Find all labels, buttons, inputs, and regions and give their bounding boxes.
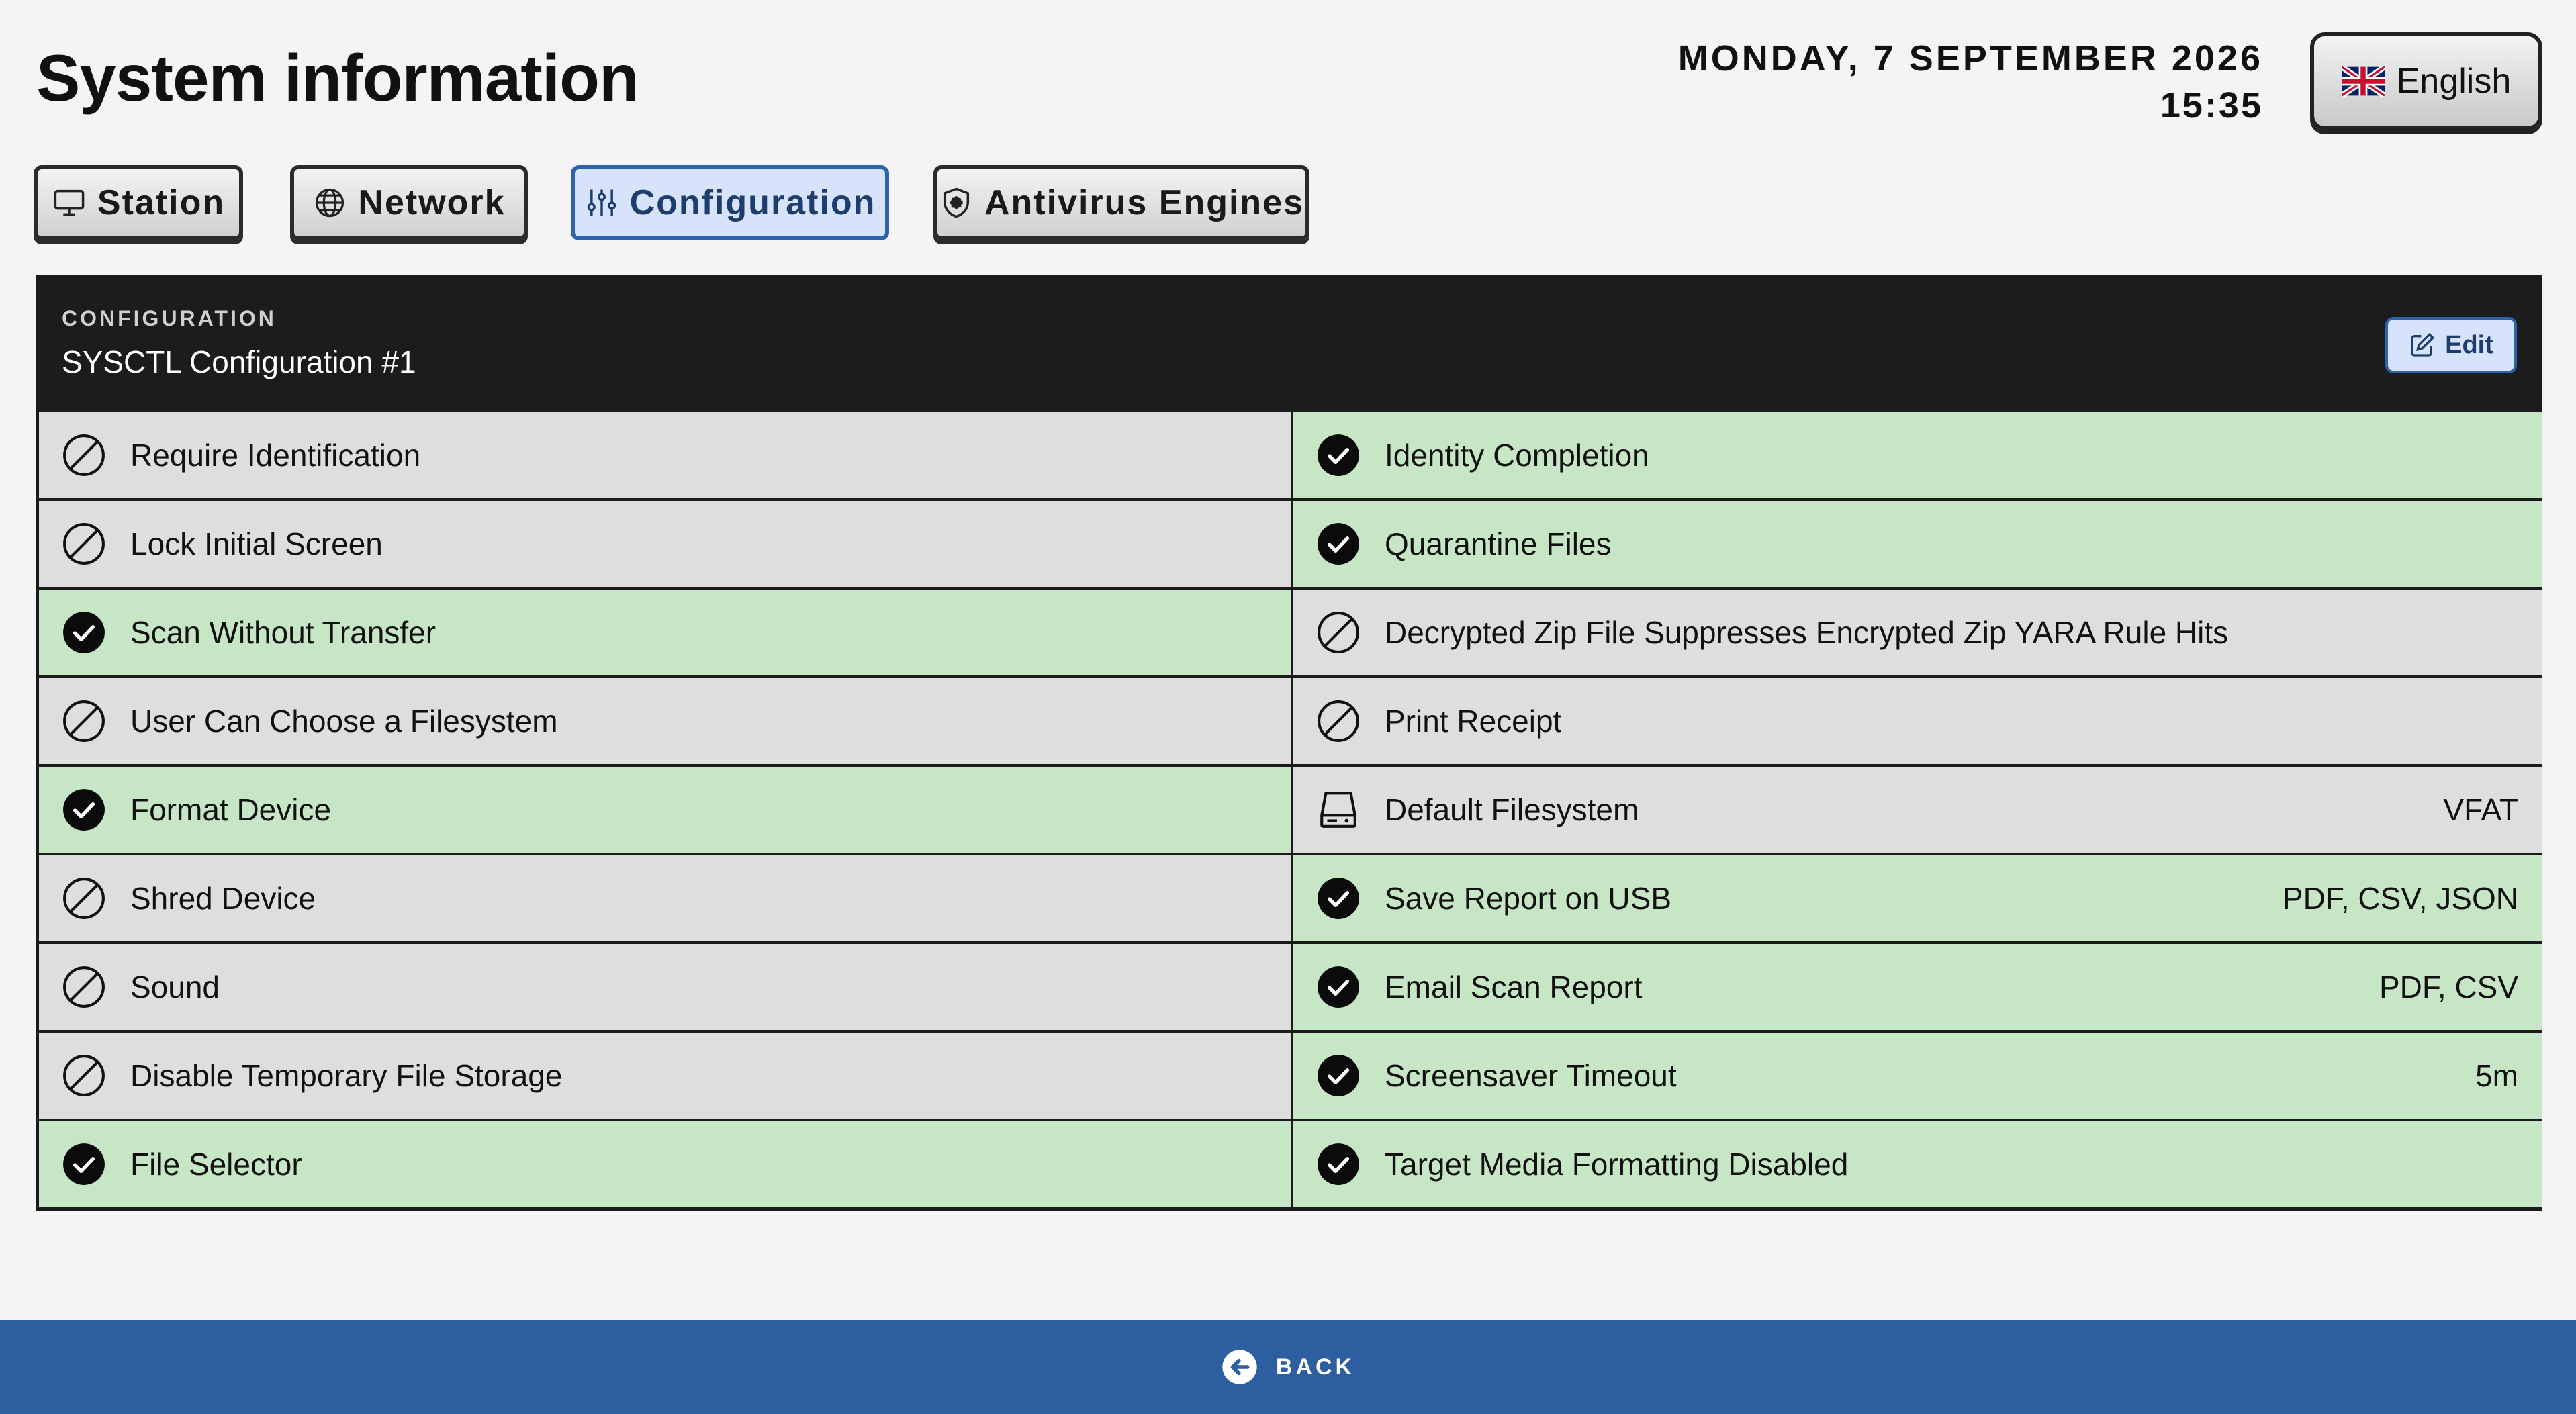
current-date: MONDAY, 7 SEPTEMBER 2026 (1677, 38, 2263, 79)
setting-label: Sound (130, 970, 220, 1004)
back-label: BACK (1275, 1354, 1356, 1380)
check-icon (1318, 1055, 1359, 1096)
disabled-icon (1318, 700, 1359, 742)
tab-antivirus-engines[interactable]: Antivirus Engines (933, 165, 1309, 240)
language-label: English (2396, 62, 2512, 101)
setting-row: Sound (39, 944, 1291, 1030)
tab-configuration[interactable]: Configuration (571, 165, 889, 240)
setting-label: Save Report on USB (1385, 881, 1672, 916)
disabled-icon (63, 966, 105, 1008)
setting-row: Decrypted Zip File Suppresses Encrypted … (1293, 590, 2542, 675)
setting-row: Default Filesystem VFAT (1293, 767, 2542, 853)
setting-row: Email Scan Report PDF, CSV (1293, 944, 2542, 1030)
check-icon (63, 1143, 105, 1185)
language-button[interactable]: English (2310, 32, 2542, 130)
datetime: MONDAY, 7 SEPTEMBER 2026 15:35 (1678, 35, 2263, 129)
disabled-icon (63, 434, 105, 476)
drive-icon (1320, 792, 1356, 828)
tab-station[interactable]: Station (34, 165, 243, 240)
setting-value: PDF, CSV, JSON (2282, 881, 2518, 916)
setting-row: Lock Initial Screen (39, 501, 1291, 587)
setting-label: Quarantine Files (1385, 526, 1612, 561)
check-icon (1318, 878, 1359, 919)
sliders-icon (587, 189, 616, 216)
panel-title: SYSCTL Configuration #1 (62, 344, 416, 379)
setting-label: Email Scan Report (1385, 970, 1643, 1004)
disabled-icon (63, 1055, 105, 1096)
monitor-icon (54, 189, 85, 216)
setting-row: Quarantine Files (1293, 501, 2542, 587)
page-title: System information (36, 41, 639, 115)
footer-bar: BACK (0, 1320, 2576, 1414)
setting-row: Scan Without Transfer (39, 590, 1291, 675)
setting-label: Default Filesystem (1385, 792, 1639, 827)
disabled-icon (63, 523, 105, 565)
setting-row: Screensaver Timeout 5m (1293, 1033, 2542, 1119)
setting-row: Save Report on USB PDF, CSV, JSON (1293, 855, 2542, 941)
globe-icon (316, 188, 344, 218)
edit-icon (2411, 332, 2435, 357)
check-icon (1318, 523, 1359, 565)
setting-label: Screensaver Timeout (1385, 1058, 1677, 1093)
setting-row: Require Identification (39, 412, 1291, 498)
setting-value: 5m (2475, 1058, 2518, 1093)
setting-label: Require Identification (130, 438, 421, 473)
setting-label: File Selector (130, 1147, 302, 1182)
setting-row: User Can Choose a Filesystem (39, 678, 1291, 764)
tab-antivirus-engines-label: Antivirus Engines (984, 183, 1305, 222)
panel-section-label: CONFIGURATION (62, 306, 277, 330)
tab-station-label: Station (97, 183, 226, 222)
setting-label: Decrypted Zip File Suppresses Encrypted … (1385, 615, 2229, 650)
check-icon (63, 612, 105, 653)
shield-icon (943, 187, 970, 218)
setting-label: Lock Initial Screen (130, 526, 383, 561)
check-icon (1318, 966, 1359, 1008)
setting-row: File Selector (39, 1121, 1291, 1207)
edit-button[interactable]: Edit (2385, 317, 2517, 373)
setting-label: User Can Choose a Filesystem (130, 704, 558, 739)
setting-value: PDF, CSV (2379, 970, 2518, 1004)
setting-row: Format Device (39, 767, 1291, 853)
check-icon (1318, 434, 1359, 476)
current-time: 15:35 (2160, 85, 2263, 126)
setting-label: Scan Without Transfer (130, 615, 436, 650)
check-icon (1318, 1143, 1359, 1185)
setting-label: Identity Completion (1385, 438, 1649, 473)
disabled-icon (63, 878, 105, 919)
setting-label: Disable Temporary File Storage (130, 1058, 563, 1093)
back-arrow-icon (1222, 1350, 1257, 1384)
back-button[interactable]: BACK (1221, 1348, 1355, 1386)
setting-label: Target Media Formatting Disabled (1385, 1147, 1849, 1182)
setting-row: Target Media Formatting Disabled (1293, 1121, 2542, 1207)
setting-label: Format Device (130, 792, 332, 827)
setting-label: Print Receipt (1385, 704, 1562, 739)
setting-row: Shred Device (39, 855, 1291, 941)
disabled-icon (1318, 612, 1359, 653)
tab-network-label: Network (358, 183, 506, 222)
setting-row: Disable Temporary File Storage (39, 1033, 1291, 1119)
settings-grid: Require Identification Identity Completio… (39, 412, 2542, 1207)
panel-header: CONFIGURATION SYSCTL Configuration #1 Ed… (39, 278, 2540, 412)
setting-value: VFAT (2443, 792, 2518, 827)
tab-network[interactable]: Network (290, 165, 528, 240)
uk-flag-icon (2341, 66, 2385, 97)
configuration-panel: CONFIGURATION SYSCTL Configuration #1 Ed… (36, 275, 2542, 1211)
disabled-icon (63, 700, 105, 742)
setting-label: Shred Device (130, 881, 316, 916)
check-icon (63, 789, 105, 831)
edit-label: Edit (2445, 330, 2493, 359)
setting-row: Identity Completion (1293, 412, 2542, 498)
tab-configuration-label: Configuration (629, 183, 876, 222)
setting-row: Print Receipt (1293, 678, 2542, 764)
